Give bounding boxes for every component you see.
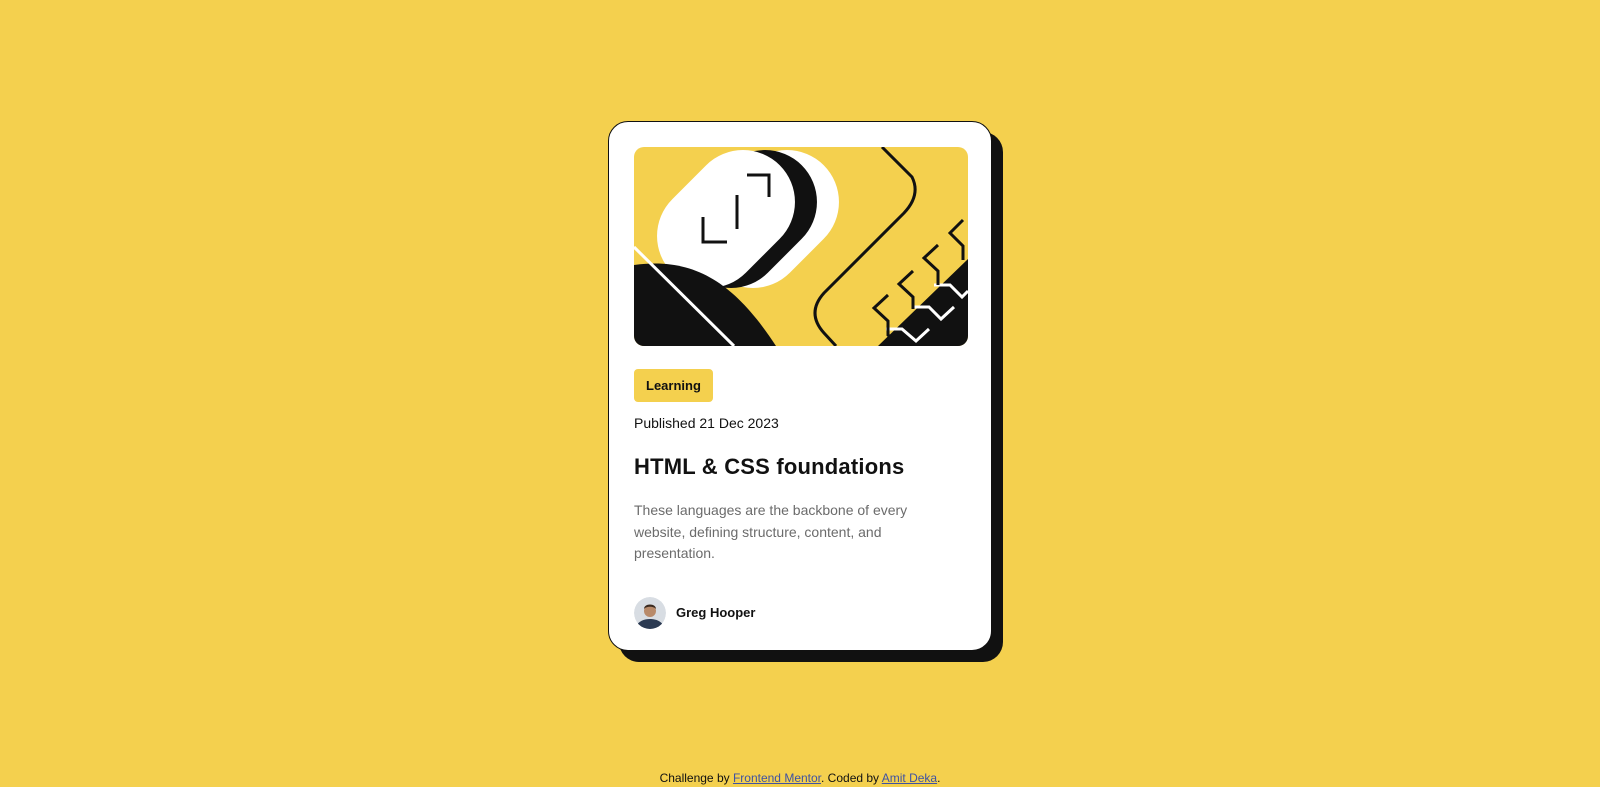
card-description: These languages are the backbone of ever… [634, 502, 908, 561]
attribution: Challenge by Frontend Mentor. Coded by A… [0, 771, 1600, 785]
avatar [634, 596, 666, 629]
card-title[interactable]: HTML & CSS foundations [634, 454, 966, 480]
frontend-mentor-link[interactable]: Frontend Mentor [733, 771, 821, 785]
author-link[interactable]: Amit Deka [882, 771, 937, 785]
attribution-middle: . Coded by [821, 771, 882, 785]
attribution-prefix: Challenge by [659, 771, 733, 785]
author: Greg Hooper [634, 596, 966, 629]
blog-preview-card: Learning Published 21 Dec 2023 HTML & CS… [608, 121, 992, 651]
attribution-suffix: . [937, 771, 941, 785]
author-name: Greg Hooper [676, 605, 756, 620]
category-tag: Learning [634, 369, 713, 402]
hero-illustration [634, 147, 968, 346]
published-date: Published 21 Dec 2023 [634, 415, 779, 431]
